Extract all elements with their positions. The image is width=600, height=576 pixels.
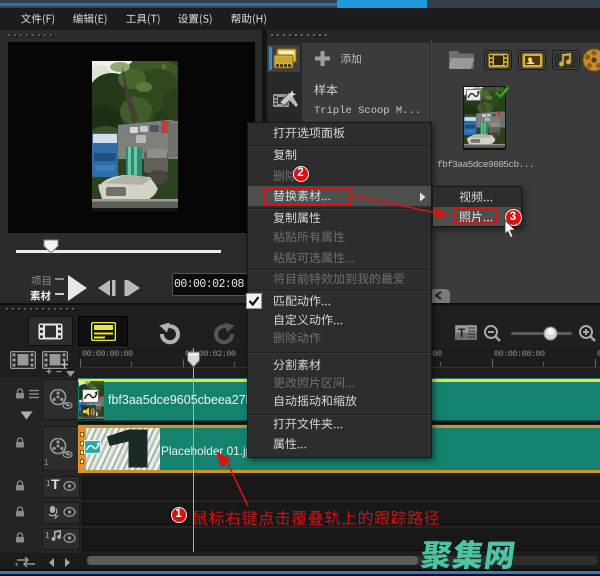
svg-text:+: + [14, 560, 19, 568]
svg-text:0:: 0: [162, 65, 167, 71]
svg-text:T: T [458, 326, 466, 340]
